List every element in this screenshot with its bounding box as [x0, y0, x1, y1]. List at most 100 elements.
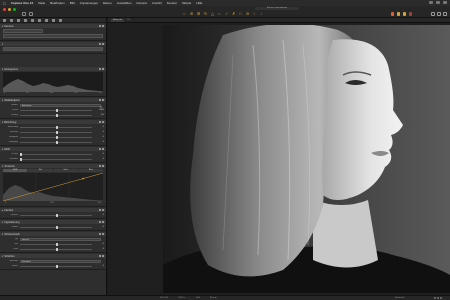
hdr-header[interactable]: ▾ HDR: [0, 147, 106, 151]
import-icon[interactable]: [22, 12, 26, 16]
sharpen-slider[interactable]: [20, 264, 92, 268]
settings-icon[interactable]: [443, 12, 447, 16]
tab-exposure-icon[interactable]: [31, 18, 34, 22]
slider-value[interactable]: 5000: [95, 109, 104, 111]
pan-tool-icon[interactable]: ○: [183, 12, 186, 16]
menu-view[interactable]: Ansicht: [152, 1, 162, 5]
help-icon[interactable]: [98, 255, 101, 257]
tab-output-icon[interactable]: [59, 18, 62, 22]
reset-icon[interactable]: [102, 25, 104, 27]
help-icon[interactable]: [98, 221, 101, 223]
spotlight-icon[interactable]: [443, 1, 447, 4]
highlights-slider[interactable]: [20, 152, 92, 156]
slider-value[interactable]: 0: [95, 158, 104, 160]
tab-color-icon[interactable]: [24, 18, 27, 22]
slider-knob[interactable]: [56, 135, 58, 139]
share-icon[interactable]: [431, 12, 435, 16]
minimize-window-icon[interactable]: [8, 8, 11, 11]
bw-red-slider[interactable]: [20, 242, 92, 246]
tab-library-icon[interactable]: [3, 18, 6, 22]
eyedropper-icon[interactable]: ✒: [100, 106, 103, 109]
help-icon[interactable]: [98, 165, 101, 167]
rating-stars[interactable]: [434, 297, 442, 299]
slider-knob[interactable]: [56, 125, 58, 129]
bw-yellow-slider[interactable]: [20, 247, 92, 251]
tab-rgb[interactable]: RGB: [3, 169, 28, 172]
slider-value[interactable]: 0: [95, 136, 104, 138]
capture-icon[interactable]: [29, 12, 33, 16]
guides-icon[interactable]: [409, 12, 412, 16]
eraser-tool-icon[interactable]: ✗: [232, 12, 235, 16]
gradient-tool-icon[interactable]: □: [239, 12, 242, 16]
reset-icon[interactable]: [102, 148, 104, 150]
menu-adjustments[interactable]: Anpassungen: [80, 1, 98, 5]
slider-value[interactable]: 0: [95, 226, 104, 228]
sharpen-header[interactable]: ▾ Schärfen: [0, 254, 106, 258]
proof-icon[interactable]: [397, 12, 400, 16]
menu-layer[interactable]: Ebene: [103, 1, 112, 5]
tab-green[interactable]: Grün: [53, 169, 78, 172]
viewer-tab-active[interactable]: Bettina.tif: [111, 18, 124, 22]
clarity-slider[interactable]: [20, 213, 92, 217]
slider-knob[interactable]: [56, 225, 58, 229]
reset-icon[interactable]: [102, 99, 104, 101]
slider-knob[interactable]: [56, 264, 58, 268]
tab-lens-icon[interactable]: [17, 18, 20, 22]
viewer-zoom[interactable]: Fit: [126, 19, 132, 22]
bw-mode-select[interactable]: Neutral: [20, 237, 101, 241]
kelvin-slider[interactable]: [20, 108, 92, 112]
help-icon[interactable]: [98, 121, 101, 123]
sharpen-mode-select[interactable]: Standard: [20, 259, 101, 263]
camera-select[interactable]: [3, 29, 43, 33]
menu-icon[interactable]: [102, 68, 104, 70]
help-icon[interactable]: [98, 99, 101, 101]
brightness-slider[interactable]: [20, 135, 92, 139]
slider-knob[interactable]: [56, 242, 58, 246]
wifi-icon[interactable]: [429, 1, 433, 4]
slider-knob[interactable]: [56, 113, 58, 117]
reset-icon[interactable]: [102, 221, 104, 223]
curve-graph[interactable]: [3, 173, 103, 201]
copy-adjustments-icon[interactable]: ↑: [253, 12, 256, 16]
help-icon[interactable]: [98, 233, 101, 235]
slider-value[interactable]: 0: [95, 214, 104, 216]
slider-value[interactable]: 0: [95, 131, 104, 133]
shadows-slider[interactable]: [20, 157, 92, 161]
menu-file[interactable]: Datei: [38, 1, 45, 5]
slider-knob[interactable]: [20, 152, 22, 156]
slider-knob[interactable]: [56, 130, 58, 134]
tint-slider[interactable]: [20, 113, 92, 117]
tab-capture-icon[interactable]: [10, 18, 13, 22]
contrast-slider[interactable]: [20, 130, 92, 134]
crop-tool-icon[interactable]: ⊞: [197, 12, 200, 16]
close-window-icon[interactable]: [3, 8, 6, 11]
slider-knob[interactable]: [56, 140, 58, 144]
reset-icon[interactable]: [102, 233, 104, 235]
apply-adjustments-icon[interactable]: ↓: [260, 12, 263, 16]
histogram-header[interactable]: ▾ Histogramm: [0, 67, 106, 71]
clarity-header[interactable]: ▸ Klarheit: [0, 208, 106, 212]
tab-red[interactable]: Rot: [28, 169, 53, 172]
battery-icon[interactable]: [436, 1, 440, 4]
camera-header[interactable]: ▾ Kamera: [0, 24, 106, 28]
slider-value[interactable]: 0: [95, 153, 104, 155]
slider-value[interactable]: 0: [95, 265, 104, 267]
menu-app-name[interactable]: Capture One 12: [11, 1, 33, 5]
menu-scripts[interactable]: Skripte: [182, 1, 191, 5]
exposure-warning-icon[interactable]: [391, 12, 394, 16]
wb-mode-select[interactable]: Aufnahme: [20, 103, 101, 107]
layer-row[interactable]: [3, 47, 103, 51]
slider-knob[interactable]: [56, 247, 58, 251]
camera-preset-select[interactable]: [3, 34, 103, 38]
tab-blue[interactable]: Blau: [78, 169, 103, 172]
reset-icon[interactable]: [102, 43, 104, 45]
slider-value[interactable]: 0: [95, 248, 104, 250]
menu-help[interactable]: Hilfe: [196, 1, 202, 5]
slider-value[interactable]: 0: [95, 126, 104, 128]
zoom-tool-icon[interactable]: ⊕: [190, 12, 193, 16]
vignette-slider[interactable]: [20, 225, 92, 229]
spot-removal-icon[interactable]: ○: [218, 12, 221, 16]
help-icon[interactable]: [437, 12, 441, 16]
zoom-window-icon[interactable]: [13, 8, 16, 11]
tab-metadata-icon[interactable]: [52, 18, 55, 22]
